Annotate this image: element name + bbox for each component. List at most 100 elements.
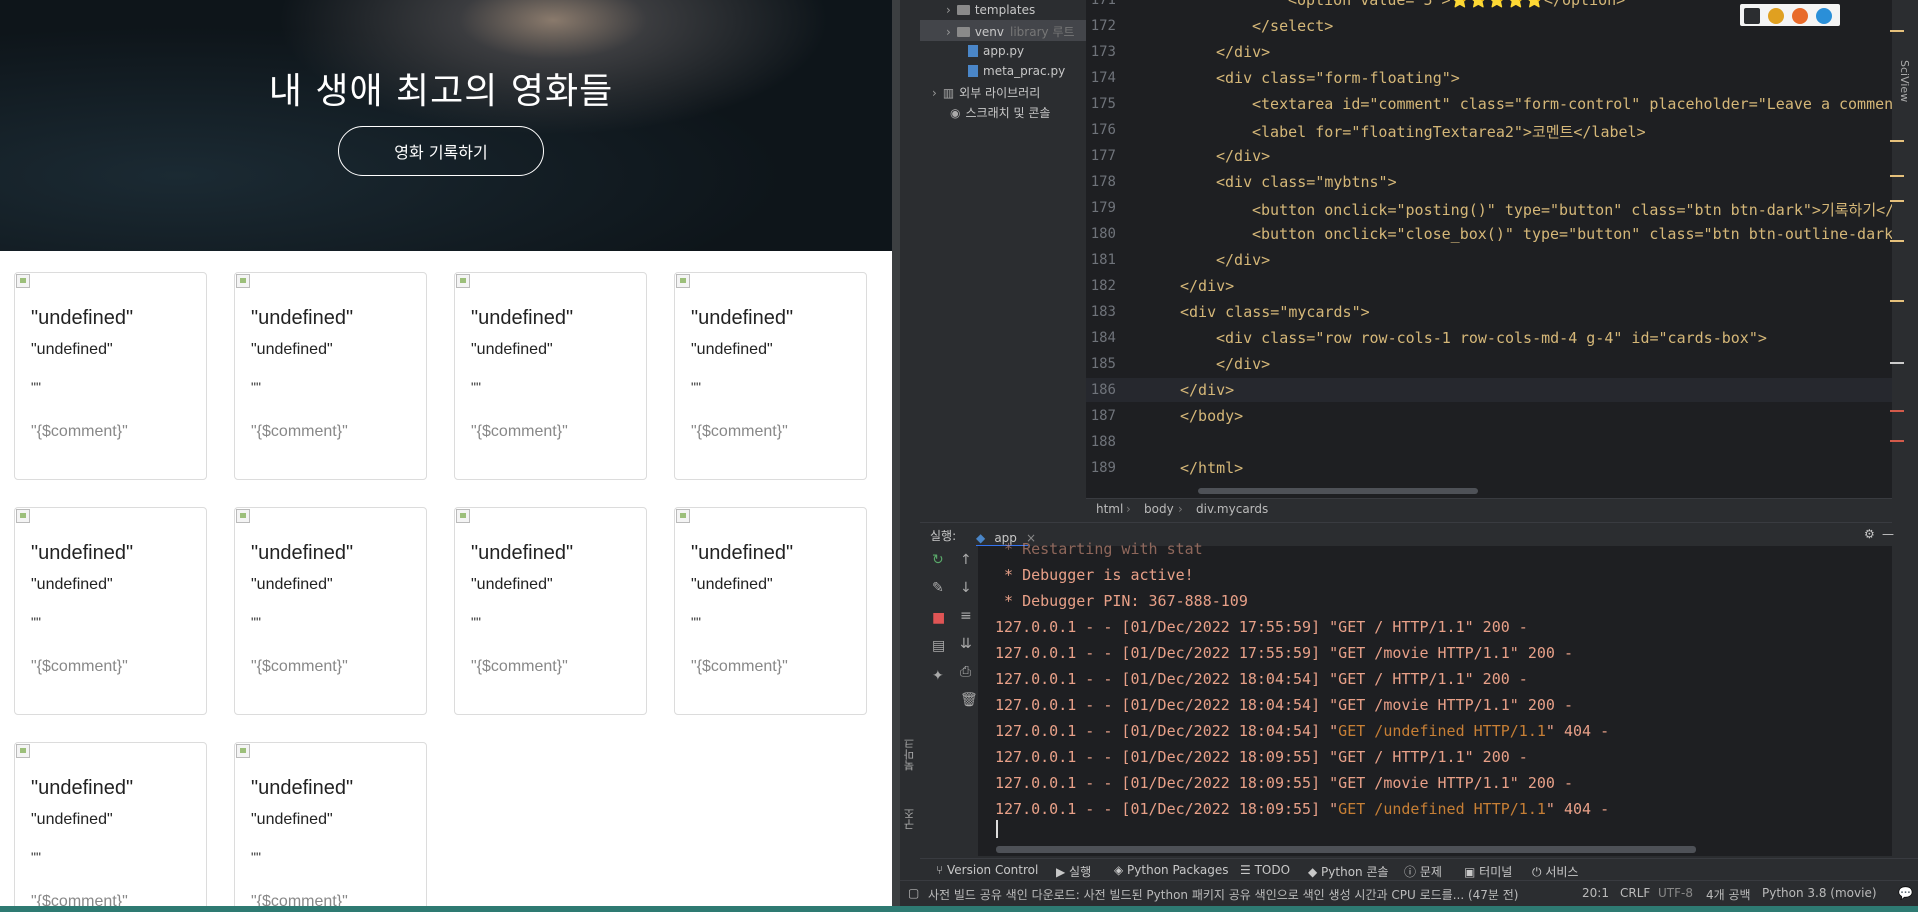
- up-arrow-icon[interactable]: ↑: [960, 552, 972, 568]
- python-icon: ◆: [976, 531, 986, 545]
- line-number: 183: [1090, 304, 1116, 320]
- toolwin-version-control[interactable]: ⑂ Version Control: [936, 863, 1038, 877]
- chevron-right-icon: ›: [946, 3, 951, 17]
- code-editor[interactable]: [1086, 0, 1892, 510]
- card-title: "undefined": [471, 307, 574, 329]
- hero-banner: 내 생애 최고의 영화들 영화 기록하기: [0, 0, 892, 251]
- code-line: </div>: [1216, 251, 1271, 269]
- error-stripe-mark: [1890, 300, 1904, 302]
- chevron-right-icon: ›: [946, 25, 951, 39]
- movie-card: "undefined" "undefined" "" "{$comment}": [14, 507, 207, 715]
- pin-icon[interactable]: ✦: [932, 668, 944, 684]
- chrome-icon[interactable]: [1768, 8, 1784, 24]
- indent-setting[interactable]: 4개 공백: [1706, 886, 1751, 903]
- console-line: 127.0.0.1 - - [01/Dec/2022 18:09:55] "GE…: [995, 774, 1573, 792]
- error-stripe-mark: [1890, 410, 1904, 412]
- rerun-icon[interactable]: ↻: [932, 552, 944, 568]
- window-divider[interactable]: [892, 0, 900, 912]
- breadcrumb-div-mycards[interactable]: div.mycards: [1196, 502, 1268, 516]
- console-error-path: GET /undefined HTTP/1.1: [1338, 722, 1546, 740]
- card-star: "undefined": [471, 576, 553, 593]
- line-number: 187: [1090, 408, 1116, 424]
- card-title: "undefined": [31, 307, 134, 329]
- tree-item-meta-prac[interactable]: meta_prac.py: [968, 64, 1065, 78]
- line-number: 176: [1090, 122, 1116, 138]
- toolwin-services[interactable]: ⏻ 서비스: [1532, 863, 1578, 880]
- line-number: 182: [1090, 278, 1116, 294]
- line-number: 189: [1090, 460, 1116, 476]
- ide-left-toolstrip: 북마크 구조: [900, 0, 920, 880]
- card-desc: "": [31, 379, 41, 395]
- tree-item-app-py[interactable]: app.py: [968, 44, 1024, 58]
- firefox-icon[interactable]: [1792, 8, 1808, 24]
- tree-item-external-libs[interactable]: › ▥ 외부 라이브러리: [932, 84, 1040, 101]
- toolwin-run[interactable]: ▶ 실행: [1056, 863, 1091, 880]
- status-bar: ▢ 사전 빌드 공유 색인 다운로드: 사전 빌드된 Python 패키지 공유…: [900, 880, 1918, 907]
- card-comment: "{$comment}": [251, 423, 348, 440]
- line-number: 172: [1090, 18, 1116, 34]
- python-interpreter[interactable]: Python 3.8 (movie): [1762, 886, 1877, 900]
- line-number: 175: [1090, 96, 1116, 112]
- line-number: 184: [1090, 330, 1116, 346]
- card-comment: "{$comment}": [471, 658, 568, 675]
- scroll-to-end-icon[interactable]: ⇊: [960, 636, 972, 652]
- tree-item-venv[interactable]: › venv library 루트: [946, 23, 1075, 40]
- toolwin-python-console[interactable]: ◆ Python 콘솔: [1308, 863, 1389, 880]
- toolwin-problems[interactable]: ⓘ 문제: [1404, 863, 1442, 880]
- structure-tab[interactable]: 구조: [902, 808, 918, 830]
- breadcrumb-separator: ›: [1126, 502, 1131, 516]
- card-comment: "{$comment}": [691, 423, 788, 440]
- print-icon[interactable]: ⎙: [960, 664, 971, 680]
- console-error-status: " 404 -: [1545, 800, 1610, 818]
- card-desc: "": [251, 849, 261, 865]
- folder-icon: [956, 5, 970, 15]
- editor-horizontal-scrollbar[interactable]: [1198, 488, 1478, 494]
- toolwin-todo[interactable]: ☰ TODO: [1240, 863, 1290, 877]
- toolwin-python-packages[interactable]: ◈ Python Packages: [1114, 863, 1228, 877]
- list-icon: ☰: [1240, 863, 1255, 877]
- soft-wrap-icon[interactable]: ≡: [960, 608, 972, 624]
- run-horizontal-scrollbar[interactable]: [996, 846, 1696, 853]
- gear-icon[interactable]: ⚙: [1864, 527, 1875, 541]
- code-line: </div>: [1180, 277, 1235, 295]
- broken-image-icon: [16, 509, 30, 523]
- card-title: "undefined": [31, 542, 134, 564]
- broken-image-icon: [456, 274, 470, 288]
- sciview-tab[interactable]: SciView: [1898, 60, 1911, 102]
- console-error-path: GET /undefined HTTP/1.1: [1338, 800, 1546, 818]
- wrench-icon[interactable]: ✎: [932, 580, 944, 596]
- movie-card: "undefined" "undefined" "" "{$comment}": [14, 742, 207, 906]
- scratch-icon: ◉: [950, 106, 961, 120]
- console-line: * Debugger PIN: 367-888-109: [995, 592, 1248, 610]
- bookmarks-tab[interactable]: 북마크: [902, 738, 918, 771]
- toolwin-terminal[interactable]: ▣ 터미널: [1464, 863, 1512, 880]
- code-line: <button onclick="posting()" type="button…: [1252, 201, 1913, 219]
- code-line: <textarea id="comment" class="form-contr…: [1252, 95, 1918, 113]
- card-comment: "{$comment}": [31, 423, 128, 440]
- tree-item-templates[interactable]: › templates: [946, 3, 1035, 17]
- stop-icon[interactable]: ■: [932, 610, 945, 626]
- file-encoding[interactable]: UTF-8: [1658, 886, 1693, 900]
- breadcrumb-body[interactable]: body: [1144, 502, 1174, 516]
- trash-icon[interactable]: 🗑: [960, 692, 978, 708]
- code-line: </select>: [1252, 17, 1334, 35]
- card-desc: "": [31, 614, 41, 630]
- edge-icon[interactable]: [1816, 8, 1832, 24]
- pycharm-icon[interactable]: [1744, 8, 1760, 24]
- status-message[interactable]: 사전 빌드 공유 색인 다운로드: 사전 빌드된 Python 패키지 공유 색…: [928, 886, 1628, 903]
- record-movie-button[interactable]: 영화 기록하기: [338, 126, 544, 176]
- notifications-icon[interactable]: 💬: [1898, 886, 1913, 900]
- tree-item-scratches[interactable]: ◉ 스크래치 및 콘솔: [950, 104, 1050, 121]
- status-layout-icon[interactable]: ▢: [908, 886, 919, 900]
- breadcrumb-html[interactable]: html: [1096, 502, 1123, 516]
- card-star: "undefined": [31, 576, 113, 593]
- error-stripe-mark: [1890, 240, 1904, 242]
- layout-icon[interactable]: ▤: [932, 638, 945, 654]
- broken-image-icon: [676, 509, 690, 523]
- line-separator[interactable]: CRLF: [1620, 886, 1650, 900]
- down-arrow-icon[interactable]: ↓: [960, 580, 972, 596]
- card-comment: "{$comment}": [251, 658, 348, 675]
- python-file-icon: [968, 65, 978, 77]
- caret-position[interactable]: 20:1: [1582, 886, 1609, 900]
- minimize-icon[interactable]: —: [1882, 527, 1894, 541]
